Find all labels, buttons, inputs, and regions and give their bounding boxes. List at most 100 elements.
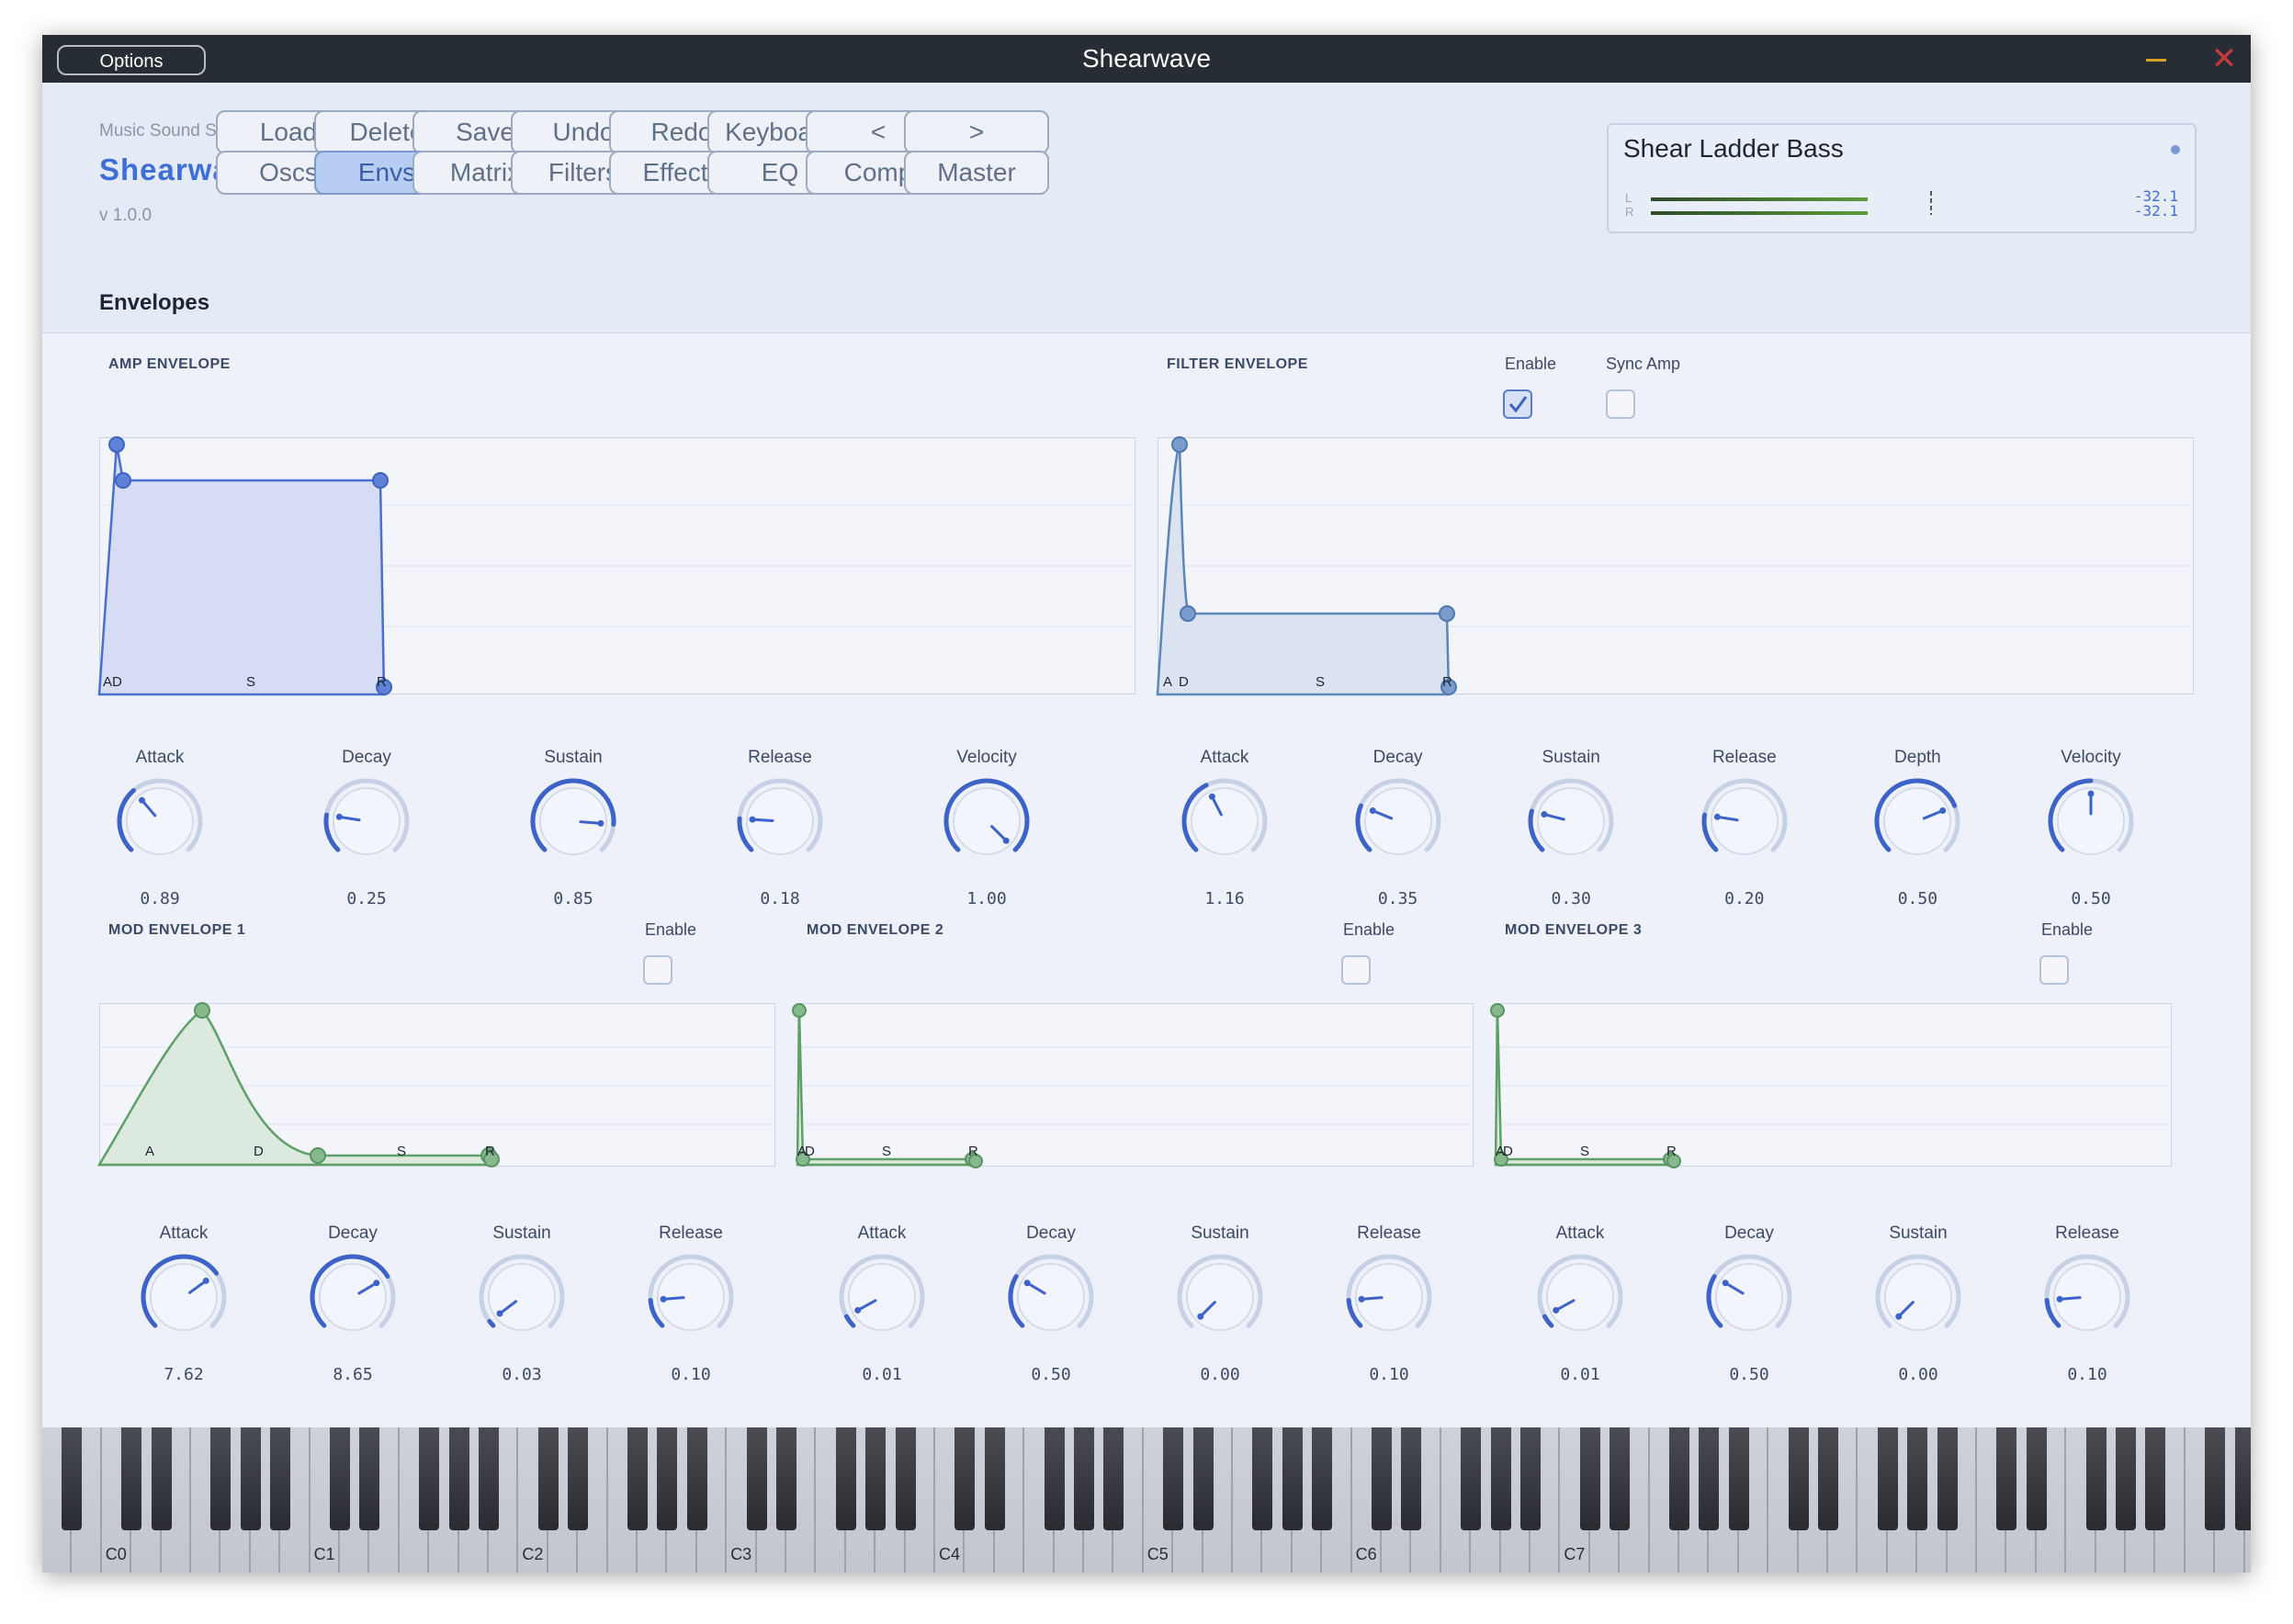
black-key[interactable] [568,1427,589,1530]
knob-dial-icon[interactable] [138,1251,230,1343]
knob-sustain[interactable]: Sustain 0.30 [1488,748,1654,913]
minimize-icon[interactable] [2146,59,2166,62]
knob-decay[interactable]: Decay 8.65 [270,1224,435,1389]
mod-envelope-3-graph[interactable]: A D S R [1490,1003,2172,1168]
black-key[interactable] [240,1427,261,1530]
black-key[interactable] [359,1427,380,1530]
knob-release[interactable]: Release 0.10 [2005,1224,2170,1389]
black-key[interactable] [1996,1427,2017,1530]
knob-dial-icon[interactable] [1534,1251,1626,1343]
black-key[interactable] [865,1427,887,1530]
attack-handle[interactable] [108,436,125,453]
black-key[interactable] [1699,1427,1720,1530]
amp-envelope-graph[interactable]: AD S R [97,436,1135,696]
knob-dial-icon[interactable] [321,775,412,867]
black-key[interactable] [1044,1427,1065,1530]
black-key[interactable] [1163,1427,1184,1530]
black-key[interactable] [746,1427,767,1530]
preset-display[interactable]: Shear Ladder Bass L R -32.1 -32.1 [1607,123,2197,233]
black-key[interactable] [1312,1427,1333,1530]
knob-decay[interactable]: Decay 0.50 [968,1224,1134,1389]
black-key[interactable] [1103,1427,1124,1530]
knob-dial-icon[interactable] [1005,1251,1097,1343]
black-key[interactable] [1907,1427,1928,1530]
black-key[interactable] [2116,1427,2136,1530]
mod-envelope-3-enable-checkbox[interactable] [2039,955,2069,985]
knob-attack[interactable]: Attack 1.16 [1142,748,1307,913]
knob-release[interactable]: Release 0.10 [608,1224,774,1389]
black-key[interactable] [1818,1427,1838,1530]
knob-decay[interactable]: Decay 0.25 [284,748,449,913]
black-key[interactable] [776,1427,796,1530]
sync-amp-checkbox[interactable] [1606,389,1635,419]
knob-dial-icon[interactable] [1174,1251,1266,1343]
knob-dial-icon[interactable] [1525,775,1617,867]
close-icon[interactable]: ✕ [2210,42,2238,75]
black-key[interactable] [270,1427,291,1530]
attack-handle[interactable] [1171,436,1188,453]
knob-attack[interactable]: Attack 0.01 [1497,1224,1663,1389]
knob-velocity[interactable]: Velocity 0.50 [2008,748,2174,913]
black-key[interactable] [984,1427,1005,1530]
black-key[interactable] [2205,1427,2226,1530]
knob-decay[interactable]: Decay 0.50 [1666,1224,1832,1389]
black-key[interactable] [1610,1427,1631,1530]
black-key[interactable] [419,1427,440,1530]
black-key[interactable] [1252,1427,1273,1530]
knob-dial-icon[interactable] [1179,775,1271,867]
piano-keyboard[interactable]: C0 C1 C2 C3 C4 C5 C6 C7 [42,1427,2251,1573]
knob-decay[interactable]: Decay 0.35 [1316,748,1481,913]
black-key[interactable] [1372,1427,1392,1530]
knob-dial-icon[interactable] [2041,1251,2133,1343]
black-key[interactable] [627,1427,648,1530]
black-key[interactable] [686,1427,707,1530]
black-key[interactable] [954,1427,976,1530]
black-key[interactable] [657,1427,678,1530]
knob-attack[interactable]: Attack 0.01 [799,1224,965,1389]
sustain-handle[interactable] [1439,605,1455,622]
black-key[interactable] [1490,1427,1511,1530]
knob-attack[interactable]: Attack 0.89 [77,748,243,913]
knob-release[interactable]: Release 0.18 [697,748,863,913]
filter-enable-checkbox[interactable] [1503,389,1532,419]
knob-dial-icon[interactable] [2045,775,2137,867]
knob-dial-icon[interactable] [1871,775,1963,867]
mod-envelope-1-graph[interactable]: A D S R [96,1002,775,1167]
black-key[interactable] [62,1427,83,1530]
decay-handle[interactable] [115,472,131,489]
black-key[interactable] [479,1427,499,1530]
knob-dial-icon[interactable] [527,775,619,867]
black-key[interactable] [210,1427,232,1530]
attack-handle[interactable] [194,1002,210,1019]
black-key[interactable] [1877,1427,1898,1530]
knob-dial-icon[interactable] [1352,775,1444,867]
black-key[interactable] [1461,1427,1482,1530]
knob-sustain[interactable]: Sustain 0.03 [439,1224,604,1389]
filter-envelope-graph[interactable]: A D S R [1156,436,2194,696]
knob-sustain[interactable]: Sustain 0.85 [491,748,656,913]
black-key[interactable] [1728,1427,1749,1530]
black-key[interactable] [2145,1427,2166,1530]
knob-dial-icon[interactable] [476,1251,568,1343]
black-key[interactable] [448,1427,469,1530]
sustain-handle[interactable] [372,472,389,489]
black-key[interactable] [1788,1427,1809,1530]
mod-envelope-2-graph[interactable]: A D S R [792,1003,1474,1168]
knob-release[interactable]: Release 0.10 [1306,1224,1472,1389]
toolbar-button-master[interactable]: Master [904,151,1049,195]
mod-envelope-1-enable-checkbox[interactable] [643,955,672,985]
knob-dial-icon[interactable] [1872,1251,1964,1343]
toolbar-button-next[interactable]: > [904,110,1049,154]
knob-dial-icon[interactable] [1343,1251,1435,1343]
attack-handle[interactable] [792,1003,807,1018]
black-key[interactable] [330,1427,350,1530]
black-key[interactable] [2085,1427,2107,1530]
black-key[interactable] [1192,1427,1214,1530]
knob-attack[interactable]: Attack 7.62 [101,1224,266,1389]
knob-dial-icon[interactable] [734,775,826,867]
black-key[interactable] [835,1427,856,1530]
knob-dial-icon[interactable] [307,1251,399,1343]
black-key[interactable] [2026,1427,2047,1530]
knob-dial-icon[interactable] [114,775,206,867]
mod-envelope-2-enable-checkbox[interactable] [1341,955,1371,985]
